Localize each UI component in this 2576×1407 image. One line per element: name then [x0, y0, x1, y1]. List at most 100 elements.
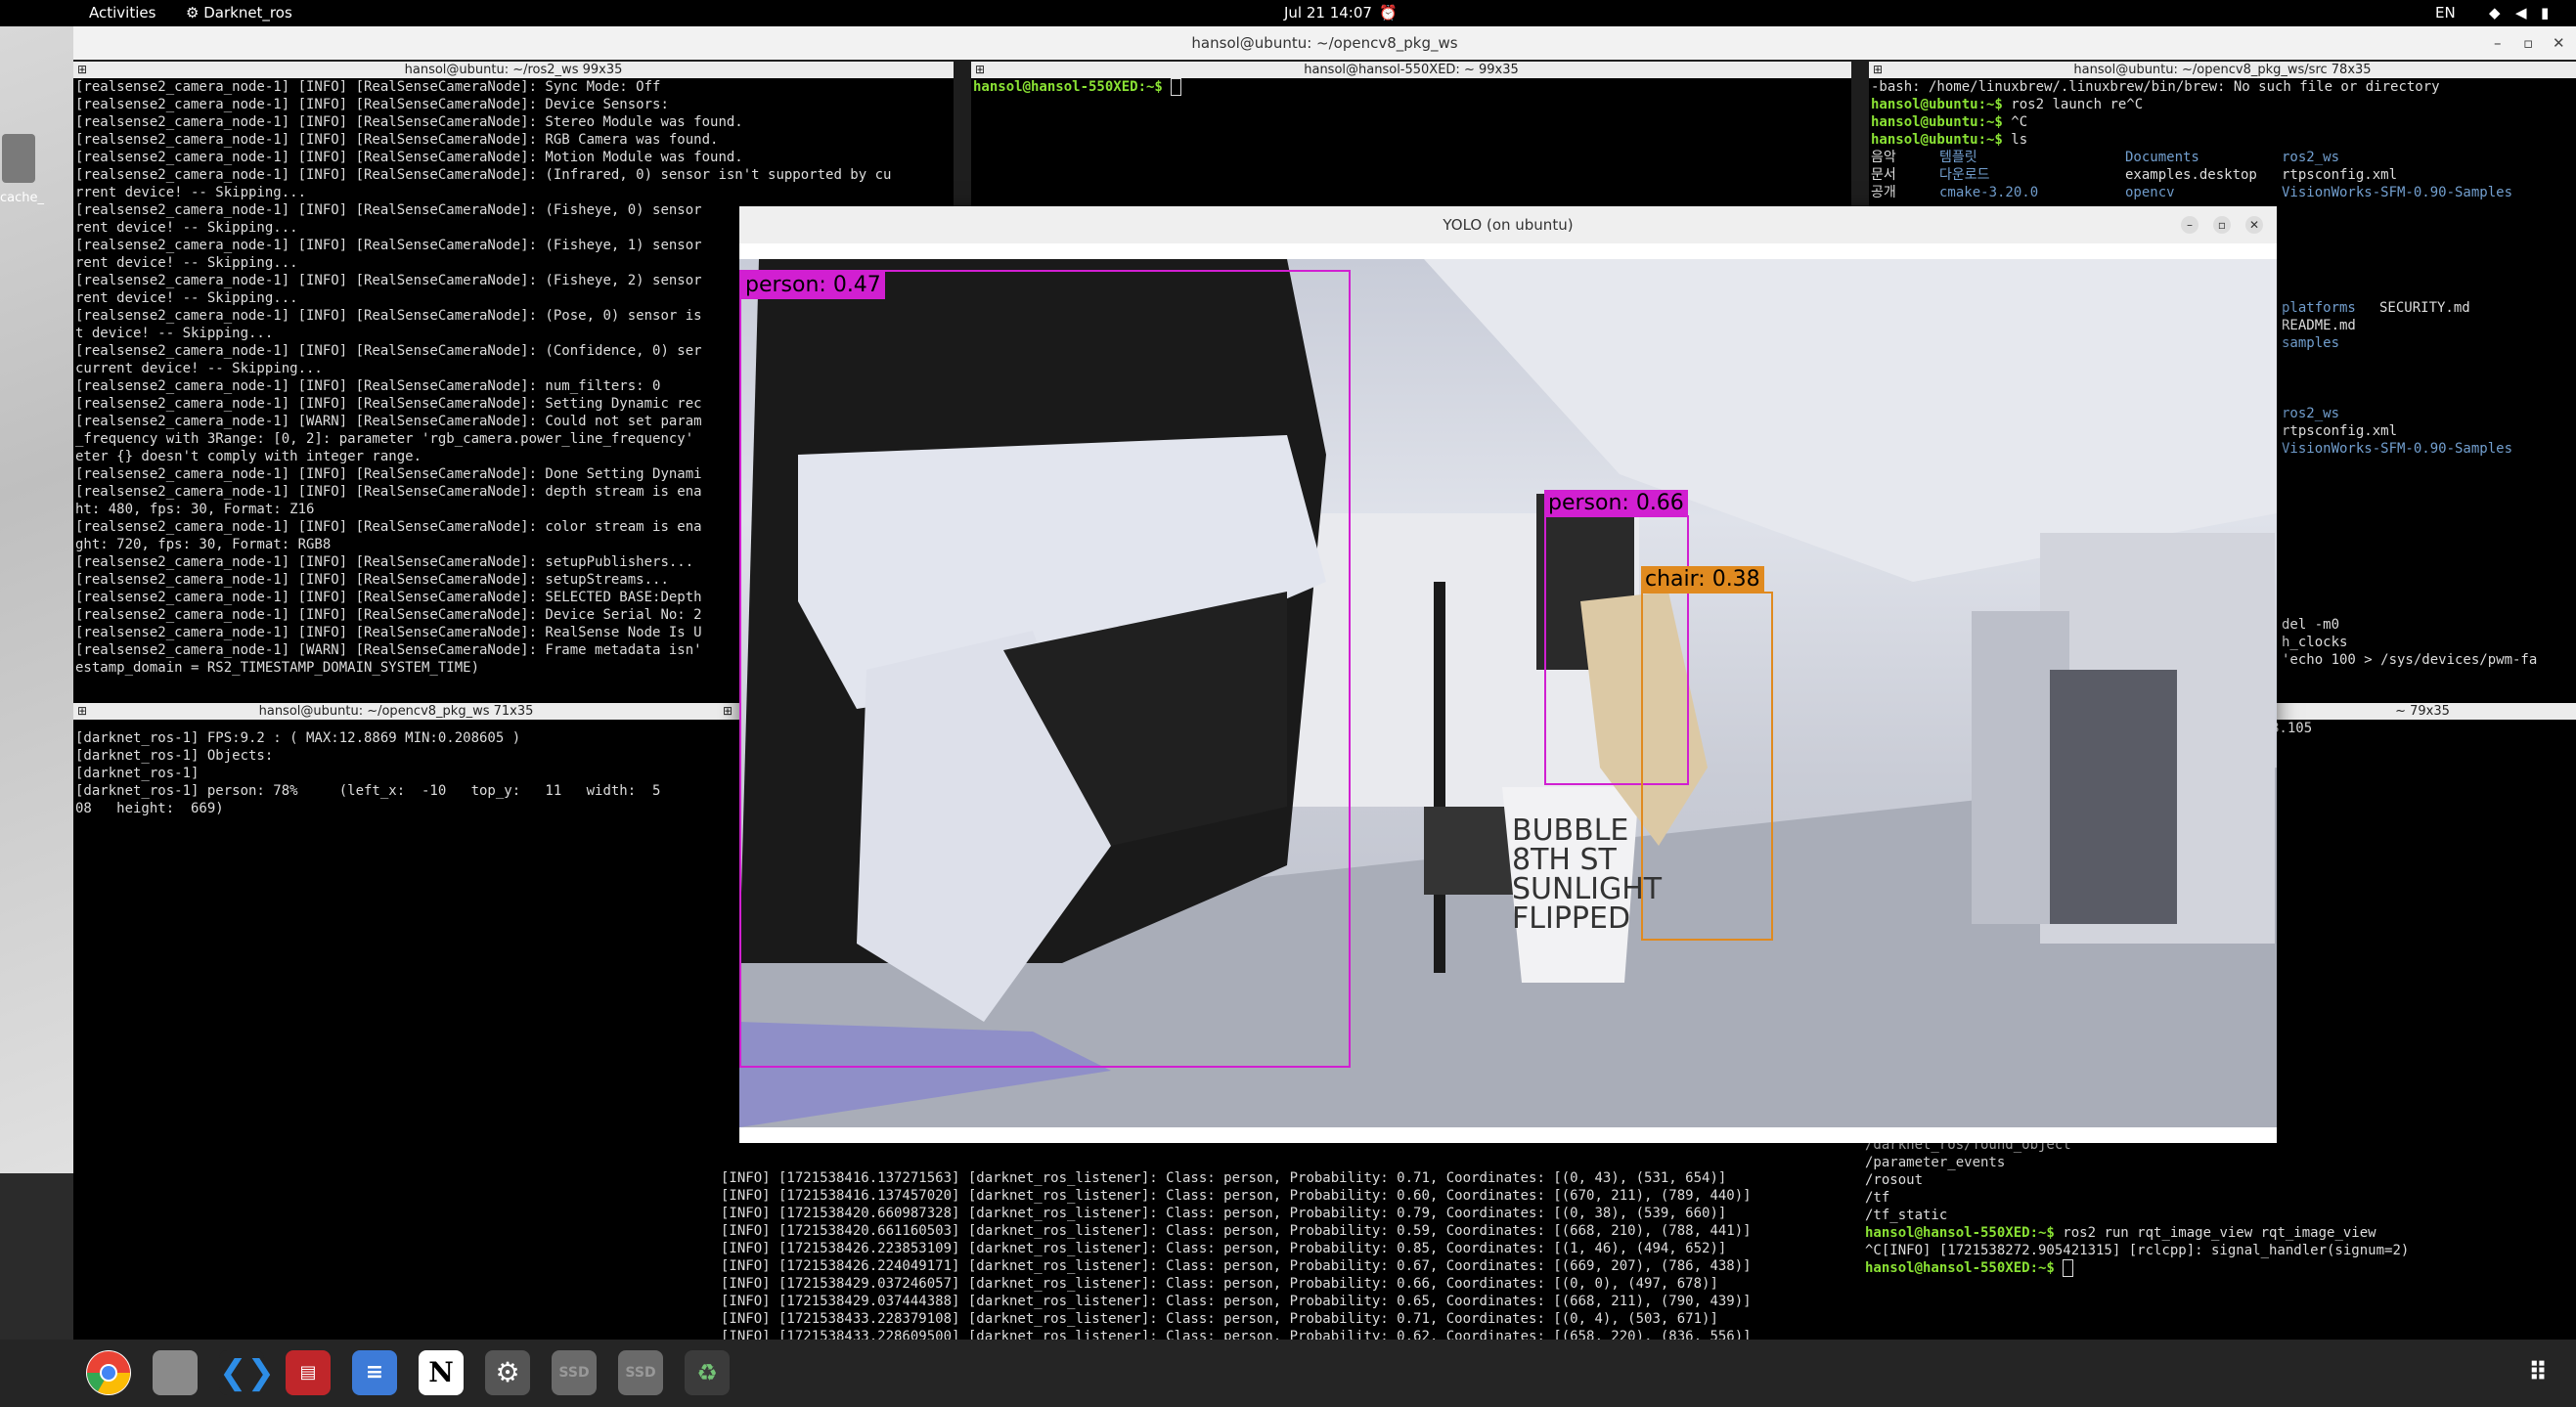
output-line: [darknet_ros-1] person: 78% (left_x: -10… — [75, 783, 661, 799]
detection-box: person: 0.47 — [739, 270, 1351, 1068]
ls-entry: cmake-3.20.0 — [1939, 185, 2039, 200]
output-line: [darknet_ros-1] FPS:9.2 : ( MAX:12.8869 … — [75, 730, 521, 746]
output-line: [INFO] [1721538420.661160503] [darknet_r… — [721, 1223, 1752, 1239]
terminal-pane-right[interactable]: ~ 79x35 8.105 — [2269, 703, 2576, 1163]
grid-icon[interactable]: ⊞ — [723, 703, 733, 720]
alarm-icon: ⏰ — [1379, 4, 1398, 22]
network-icon[interactable]: ◆ — [2489, 4, 2501, 22]
output-line: [INFO] [1721538429.037444388] [darknet_r… — [721, 1294, 1752, 1309]
output-line: rrent device! -- Skipping... — [75, 185, 307, 200]
pane-title: hansol@ubuntu: ~/opencv8_pkg_ws/src 78x3… — [2073, 63, 2372, 77]
output-line: [INFO] [1721538420.660987328] [darknet_r… — [721, 1206, 1727, 1221]
close-button[interactable]: ✕ — [2553, 26, 2565, 60]
settings-icon[interactable]: ⚙ — [485, 1350, 530, 1395]
shell-prompt: hansol@ubuntu:~$ — [1871, 97, 2012, 112]
clock[interactable]: Jul 21 14:07 — [1284, 4, 1372, 22]
app-menu[interactable]: ⚙ Darknet_ros — [186, 4, 292, 22]
activities-button[interactable]: Activities — [89, 4, 155, 22]
output-line: [INFO] [1721538433.228609500] [darknet_r… — [721, 1329, 1752, 1340]
output-line: [darknet_ros-1] — [75, 766, 200, 781]
shell-prompt: hansol@hansol-550XED:~$ — [973, 79, 1172, 95]
ls-column: platforms README.md samples — [2280, 299, 2358, 352]
grid-icon[interactable]: ⊞ — [1873, 62, 1883, 78]
output-line: [INFO] [1721538416.137457020] [darknet_r… — [721, 1188, 1752, 1204]
maximize-button[interactable]: ▫ — [2213, 216, 2231, 234]
desktop-background: cache_ — [0, 26, 73, 1173]
ls-entry: examples.desktop — [2125, 167, 2257, 183]
command: ls — [2011, 132, 2028, 148]
window-title: hansol@ubuntu: ~/opencv8_pkg_ws — [1191, 34, 1458, 52]
cup-text-line: 8TH ST — [1512, 843, 1617, 877]
ls-entry: platforms — [2282, 300, 2356, 316]
output-line: [INFO] [1721538429.037246057] [darknet_r… — [721, 1276, 1718, 1292]
ls-entry: 문서 — [1871, 167, 1896, 183]
terminal-icon[interactable]: ▤ — [286, 1350, 331, 1395]
terminal-output: [darknet_ros-1] FPS:9.2 : ( MAX:12.8869 … — [73, 720, 719, 817]
desktop-folder-label: cache_ — [0, 191, 44, 205]
desktop-folder-icon[interactable] — [2, 134, 35, 183]
ssd-icon[interactable]: SSD — [618, 1350, 663, 1395]
output-line: [INFO] [1721538416.137271563] [darknet_r… — [721, 1170, 1727, 1186]
chrome-icon[interactable] — [86, 1350, 131, 1395]
yolo-window[interactable]: YOLO (on ubuntu) – ▫ ✕ BUBBLE 8TH ST SUNLI… — [739, 206, 2277, 1143]
minimize-button[interactable]: – — [2494, 26, 2502, 60]
trash-icon[interactable]: ♻ — [685, 1350, 730, 1395]
notion-icon[interactable]: N — [419, 1350, 464, 1395]
output-line: [INFO] [1721538433.228379108] [darknet_r… — [721, 1311, 1718, 1327]
shell-prompt: hansol@hansol-550XED:~$ — [1865, 1225, 2064, 1241]
volume-icon[interactable]: ◀ — [2515, 4, 2527, 22]
terminal-pane-hansol[interactable]: ⊞ hansol@hansol-550XED: ~ 99x35 hansol@ha… — [971, 62, 1851, 228]
ls-column: ros2_ws rtpsconfig.xml VisionWorks-SFM-0.9… — [2280, 149, 2514, 201]
cup-text-line: FLIPPED — [1512, 901, 1631, 936]
terminal-pane-darknet[interactable]: ⊞ hansol@ubuntu: ~/opencv8_pkg_ws 71x35 [… — [73, 703, 719, 1340]
output-line: [INFO] [1721538426.224049171] [darknet_r… — [721, 1258, 1752, 1274]
shell-prompt: hansol@hansol-550XED:~$ — [1865, 1260, 2064, 1276]
shell-prompt: hansol@ubuntu:~$ — [1871, 132, 2012, 148]
maximize-button[interactable]: ▫ — [2523, 26, 2533, 60]
output-line: /tf_static — [1865, 1208, 1948, 1223]
terminal-output: [INFO] [1721538416.137271563] [darknet_r… — [719, 1169, 1754, 1340]
text-editor-icon[interactable]: ≡ — [352, 1350, 397, 1395]
shell-prompt: hansol@ubuntu:~$ — [1871, 114, 2012, 130]
ls-entry: samples — [2282, 335, 2340, 351]
terminal-pane-rqt[interactable]: /darknet_ros/found_object/parameter_even… — [1863, 1136, 2576, 1340]
detection-box: chair: 0.38 — [1641, 566, 1773, 941]
ssd-icon[interactable]: SSD — [552, 1350, 597, 1395]
camera-view: BUBBLE 8TH ST SUNLIGHT FLIPPED person: 0.47… — [739, 259, 2277, 1127]
output-line: /tf — [1865, 1190, 1890, 1206]
command: ros2 launch re^C — [2011, 97, 2144, 112]
grid-icon[interactable]: ⊞ — [77, 62, 87, 78]
ls-entry: Documents — [2125, 150, 2199, 165]
cup-text-line: BUBBLE — [1512, 813, 1629, 848]
minimize-button[interactable]: – — [2181, 216, 2198, 234]
ls-entry: h_clocks — [2282, 635, 2348, 650]
language-indicator[interactable]: EN — [2435, 4, 2456, 22]
command: ros2 run rqt_image_view rqt_image_view — [2063, 1225, 2376, 1241]
ls-entry: 음악 — [1871, 150, 1896, 165]
ls-entry: 템플릿 — [1939, 150, 1977, 165]
grid-icon[interactable]: ⊞ — [975, 62, 985, 78]
close-button[interactable]: ✕ — [2245, 216, 2263, 234]
pane-title: hansol@hansol-550XED: ~ 99x35 — [1304, 63, 1519, 77]
pane-header: ⊞ hansol@ubuntu: ~/opencv8_pkg_ws 71x35 — [73, 703, 719, 720]
ls-column: Documents examples.desktop opencv — [2123, 149, 2259, 201]
cup-text-line: SUNLIGHT — [1512, 872, 1663, 906]
ls-entry: ros2_ws — [2282, 406, 2340, 421]
show-apps-icon[interactable]: ⠿ — [2515, 1350, 2560, 1395]
output-line: [realsense2_camera_node-1] [INFO] [RealS… — [75, 132, 719, 148]
ls-entry: 'echo 100 > /sys/devices/pwm-fa — [2282, 652, 2538, 668]
ls-entry: del -m0 — [2282, 617, 2340, 633]
ls-column: ros2_ws rtpsconfig.xml VisionWorks-SFM-0.9… — [2280, 405, 2514, 458]
detection-label: person: 0.47 — [741, 272, 885, 299]
files-icon[interactable] — [153, 1350, 198, 1395]
output-line: /parameter_events — [1865, 1155, 2006, 1170]
yolo-titlebar: YOLO (on ubuntu) – ▫ ✕ — [739, 206, 2277, 243]
vscode-icon[interactable]: ❮❯ — [219, 1350, 275, 1395]
terminal-output: hansol@hansol-550XED:~$ — [971, 78, 1851, 96]
battery-icon[interactable]: ▮ — [2541, 4, 2549, 22]
output-line: [realsense2_camera_node-1] [INFO] [RealS… — [75, 167, 892, 183]
output-line: /rosout — [1865, 1172, 1924, 1188]
ls-entry: rtpsconfig.xml — [2282, 167, 2398, 183]
command: ^C — [2011, 114, 2028, 130]
grid-icon[interactable]: ⊞ — [77, 703, 87, 720]
